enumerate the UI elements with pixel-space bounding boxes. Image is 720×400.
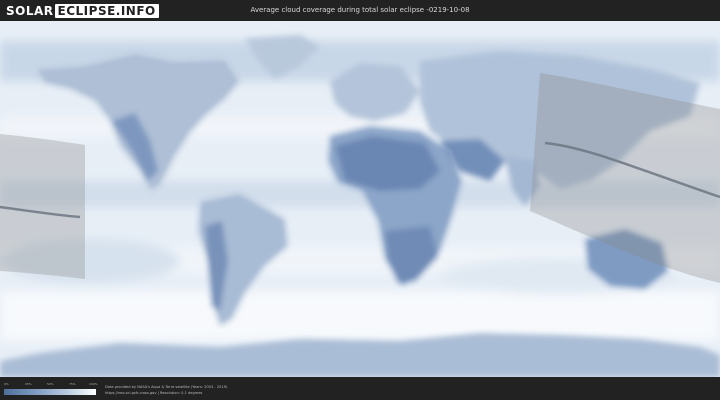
legend-tick-0: 0% [4, 382, 9, 386]
cloud-coverage-legend-bar [4, 389, 96, 395]
legend-tick-50: 50% [47, 382, 54, 386]
map-title: Average cloud coverage during total sola… [250, 6, 470, 14]
site-logo[interactable]: SOLAR ECLIPSE.INFO [6, 3, 159, 18]
legend-tick-75: 75% [69, 382, 76, 386]
eclipse-path-west [0, 134, 85, 279]
cloud-coverage-map [0, 21, 720, 377]
footer-bar: 0% 25% 50% 75% 100% Data provided by NAS… [0, 377, 720, 400]
logo-part-eclipse-info: ECLIPSE.INFO [54, 3, 159, 18]
legend-tick-100: 100% [89, 382, 98, 386]
legend-tick-25: 25% [25, 382, 32, 386]
logo-part-solar: SOLAR [6, 3, 54, 18]
header-bar: SOLAR ECLIPSE.INFO Average cloud coverag… [0, 0, 720, 21]
data-source-url[interactable]: https://neo.sci.gsfc.nasa.gov | Resoluti… [105, 391, 202, 395]
data-credit-line: Data provided by NASA's Aqua & Terra sat… [105, 385, 228, 389]
